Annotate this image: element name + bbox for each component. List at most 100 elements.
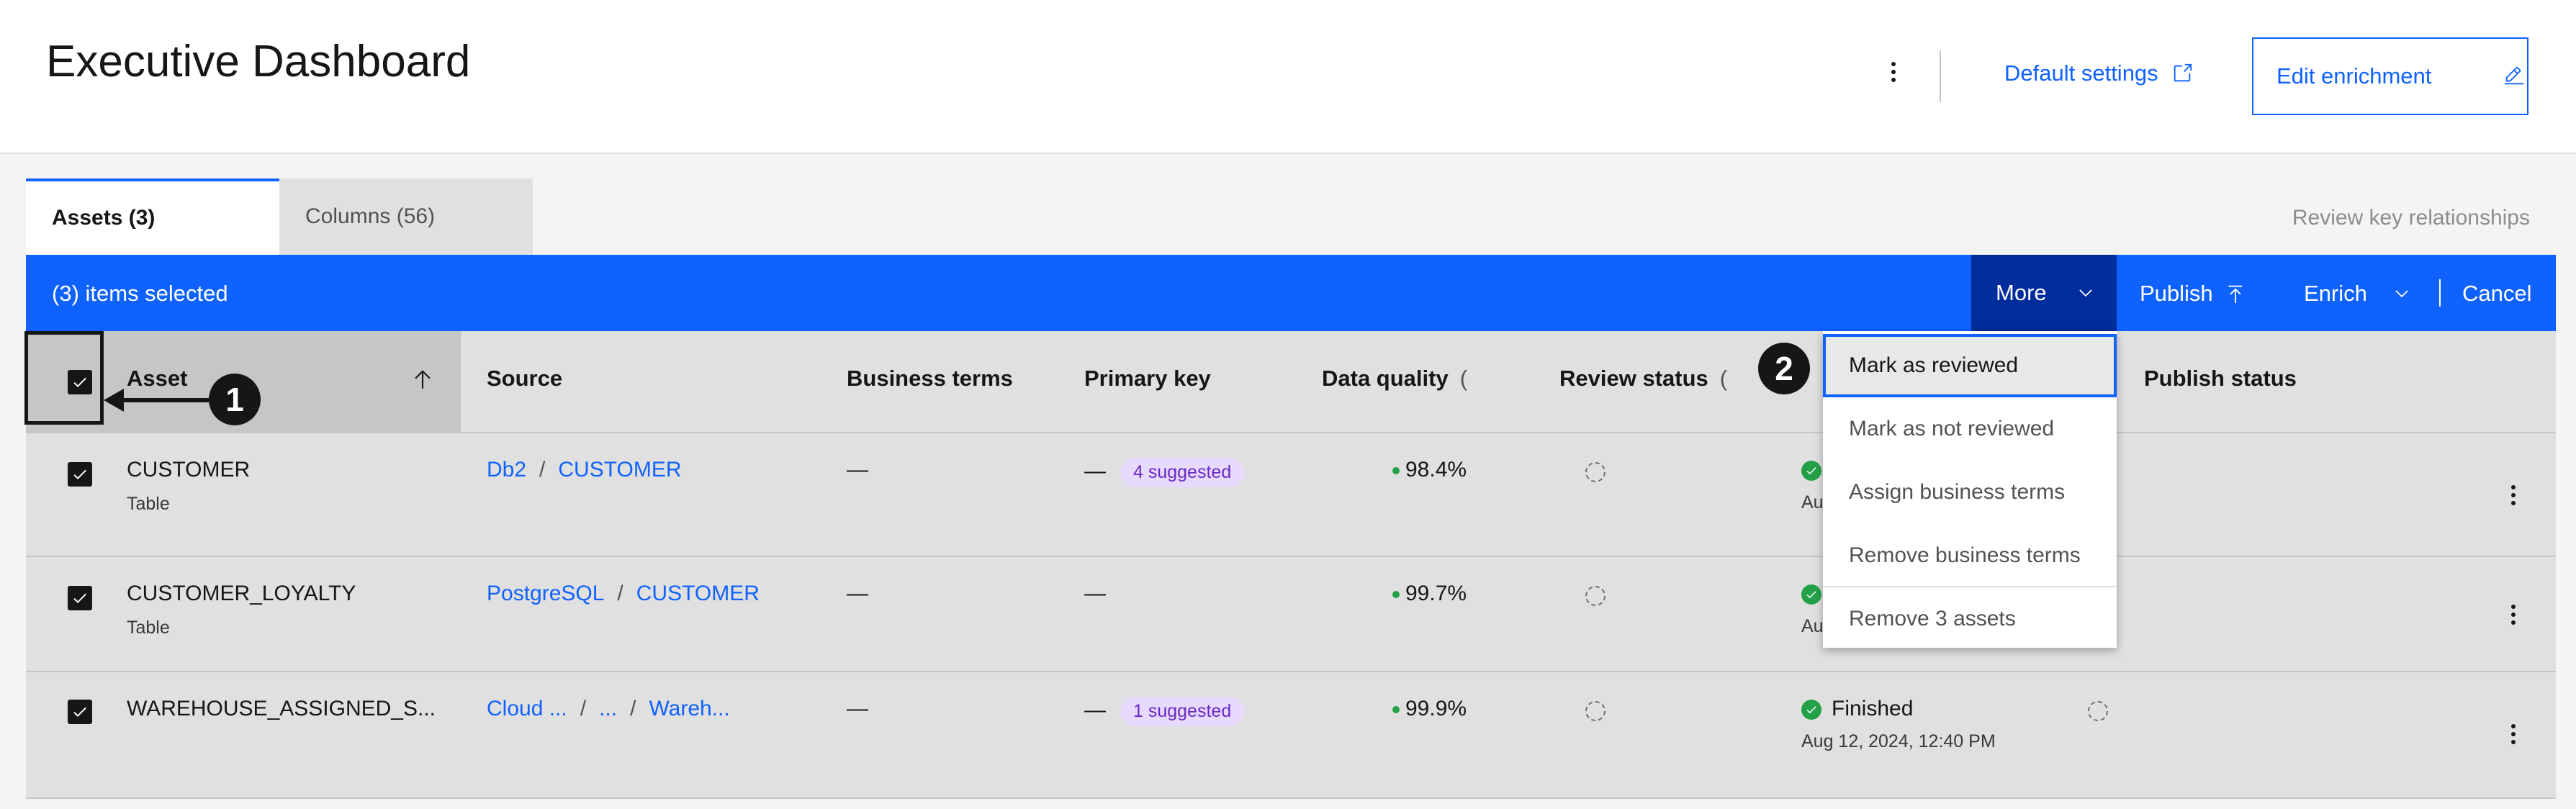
source-link[interactable]: Db2 [487, 458, 526, 482]
quality-dot-icon [1392, 706, 1400, 714]
callout-badge-2: 2 [1758, 343, 1810, 394]
source-link[interactable]: Cloud ... [487, 697, 567, 720]
kebab-icon [1891, 62, 1896, 66]
checkmark-icon [73, 707, 86, 717]
header-divider [1940, 50, 1941, 102]
pending-icon [1585, 586, 1606, 606]
menu-item-mark-as-not-reviewed[interactable]: Mark as not reviewed [1823, 397, 2117, 461]
row-checkbox[interactable] [68, 462, 92, 487]
row-overflow-menu-button[interactable] [2503, 481, 2524, 510]
review-status-value [1585, 701, 1606, 727]
kebab-icon [2511, 501, 2516, 505]
kebab-icon [2511, 605, 2516, 609]
asset-type: Table [127, 494, 170, 514]
row-overflow-menu-button[interactable] [2503, 600, 2524, 629]
kebab-icon [2511, 493, 2516, 497]
cancel-button[interactable]: Cancel [2462, 281, 2532, 307]
data-quality-value: 98.4% [1392, 458, 1467, 482]
edit-icon [2505, 66, 2524, 85]
asset-type: Table [127, 618, 170, 638]
source-link[interactable]: Wareh... [649, 697, 729, 720]
source-link[interactable]: ... [599, 697, 617, 720]
column-header-data-quality[interactable]: Data quality ( [1322, 366, 1467, 392]
kebab-icon [1891, 70, 1896, 74]
business-terms-value: — [847, 697, 868, 720]
enrich-label: Enrich [2304, 281, 2367, 306]
column-header-review-status[interactable]: Review status ( [1559, 366, 1727, 392]
review-status-value [1585, 462, 1606, 488]
menu-item-remove-business-terms[interactable]: Remove business terms [1823, 524, 2117, 587]
tab-assets[interactable]: Assets (3) [26, 178, 279, 255]
default-settings-link[interactable]: Default settings [2004, 60, 2193, 86]
source-link[interactable]: PostgreSQL [487, 582, 604, 605]
row-checkbox[interactable] [68, 586, 92, 610]
kebab-icon [2511, 740, 2516, 744]
menu-item-remove-assets[interactable]: Remove 3 assets [1823, 587, 2117, 651]
column-label-data-quality: Data quality [1322, 366, 1449, 391]
business-terms-value: — [847, 458, 868, 482]
publish-icon [2228, 285, 2243, 304]
data-quality-score: 98.4% [1405, 458, 1467, 482]
menu-item-assign-business-terms[interactable]: Assign business terms [1823, 461, 2117, 524]
enrich-button[interactable]: Enrich [2304, 281, 2412, 307]
column-header-source[interactable]: Source [487, 366, 562, 392]
info-icon: ( [1459, 366, 1468, 391]
asset-name[interactable]: WAREHOUSE_ASSIGNED_S... [127, 697, 436, 721]
row-overflow-menu-button[interactable] [2503, 720, 2524, 749]
column-header-primary-key[interactable]: Primary key [1084, 366, 1211, 392]
info-icon: ( [1719, 366, 1728, 391]
suggested-tag[interactable]: 4 suggested [1120, 458, 1245, 487]
publish-status-value [2088, 701, 2108, 727]
asset-name[interactable]: CUSTOMER_LOYALTY [127, 582, 356, 606]
asset-name[interactable]: CUSTOMER [127, 458, 250, 482]
publish-label: Publish [2140, 281, 2213, 306]
table-row[interactable]: CUSTOMER_LOYALTY Table PostgreSQL / CUSTOM… [26, 557, 2556, 672]
callout-arrow [104, 389, 223, 412]
primary-key-dash: — [1084, 698, 1106, 722]
selected-items-count: (3) items selected [52, 281, 228, 306]
source-path: Db2/CUSTOMER [487, 458, 682, 482]
data-quality-value: 99.9% [1392, 697, 1467, 721]
edit-enrichment-label: Edit enrichment [2276, 63, 2432, 89]
quality-dot-icon [1392, 591, 1400, 599]
more-label: More [1996, 280, 2047, 305]
checkmark-icon [73, 593, 86, 603]
batch-action-bar: (3) items selected More Publish Enrich C… [26, 255, 2556, 331]
review-status-value [1585, 586, 1606, 612]
publish-button[interactable]: Publish [2140, 281, 2246, 307]
select-all-highlight [24, 331, 104, 425]
callout-badge-1: 1 [209, 374, 261, 425]
source-link[interactable]: CUSTOMER [636, 582, 760, 605]
primary-key-value: — [1084, 582, 1106, 605]
row-checkbox[interactable] [68, 700, 92, 724]
data-quality-score: 99.7% [1405, 582, 1467, 605]
source-path: Cloud ... /... / Wareh... [487, 697, 730, 720]
kebab-icon [2511, 485, 2516, 489]
kebab-icon [2511, 613, 2516, 617]
kebab-icon [2511, 724, 2516, 728]
arrow-up-icon[interactable] [410, 367, 435, 392]
page-header: Executive Dashboard Default settings Edi… [0, 0, 2576, 154]
column-header-business-terms[interactable]: Business terms [847, 366, 1013, 392]
table-row[interactable]: CUSTOMER Table Db2/CUSTOMER — — 4 suggest… [26, 433, 2556, 557]
content-area: Assets (3) Columns (56) Review key relat… [0, 154, 2576, 809]
data-quality-score: 99.9% [1405, 697, 1467, 720]
tab-columns[interactable]: Columns (56) [279, 178, 533, 255]
default-settings-label: Default settings [2004, 60, 2158, 86]
review-key-relationships-link[interactable]: Review key relationships [2292, 206, 2530, 230]
column-header-publish-status[interactable]: Publish status [2144, 366, 2297, 392]
more-dropdown-menu: Mark as reviewed Mark as not reviewed As… [1823, 331, 2117, 648]
column-label-review-status: Review status [1559, 366, 1708, 391]
table-row[interactable]: WAREHOUSE_ASSIGNED_S... Cloud ... /... / Wa… [26, 672, 2556, 799]
source-link[interactable]: CUSTOMER [558, 458, 681, 482]
kebab-icon [2511, 620, 2516, 625]
header-overflow-menu-button[interactable] [1879, 58, 1908, 86]
enrichment-status-label: Finished [1832, 697, 1914, 720]
suggested-tag[interactable]: 1 suggested [1120, 697, 1245, 726]
success-icon [1801, 584, 1821, 605]
more-button[interactable]: More [1971, 255, 2117, 331]
menu-item-mark-as-reviewed[interactable]: Mark as reviewed [1823, 334, 2117, 397]
checkmark-icon [73, 469, 86, 479]
primary-key-value: — 4 suggested [1084, 458, 1245, 487]
edit-enrichment-button[interactable]: Edit enrichment [2252, 37, 2528, 115]
